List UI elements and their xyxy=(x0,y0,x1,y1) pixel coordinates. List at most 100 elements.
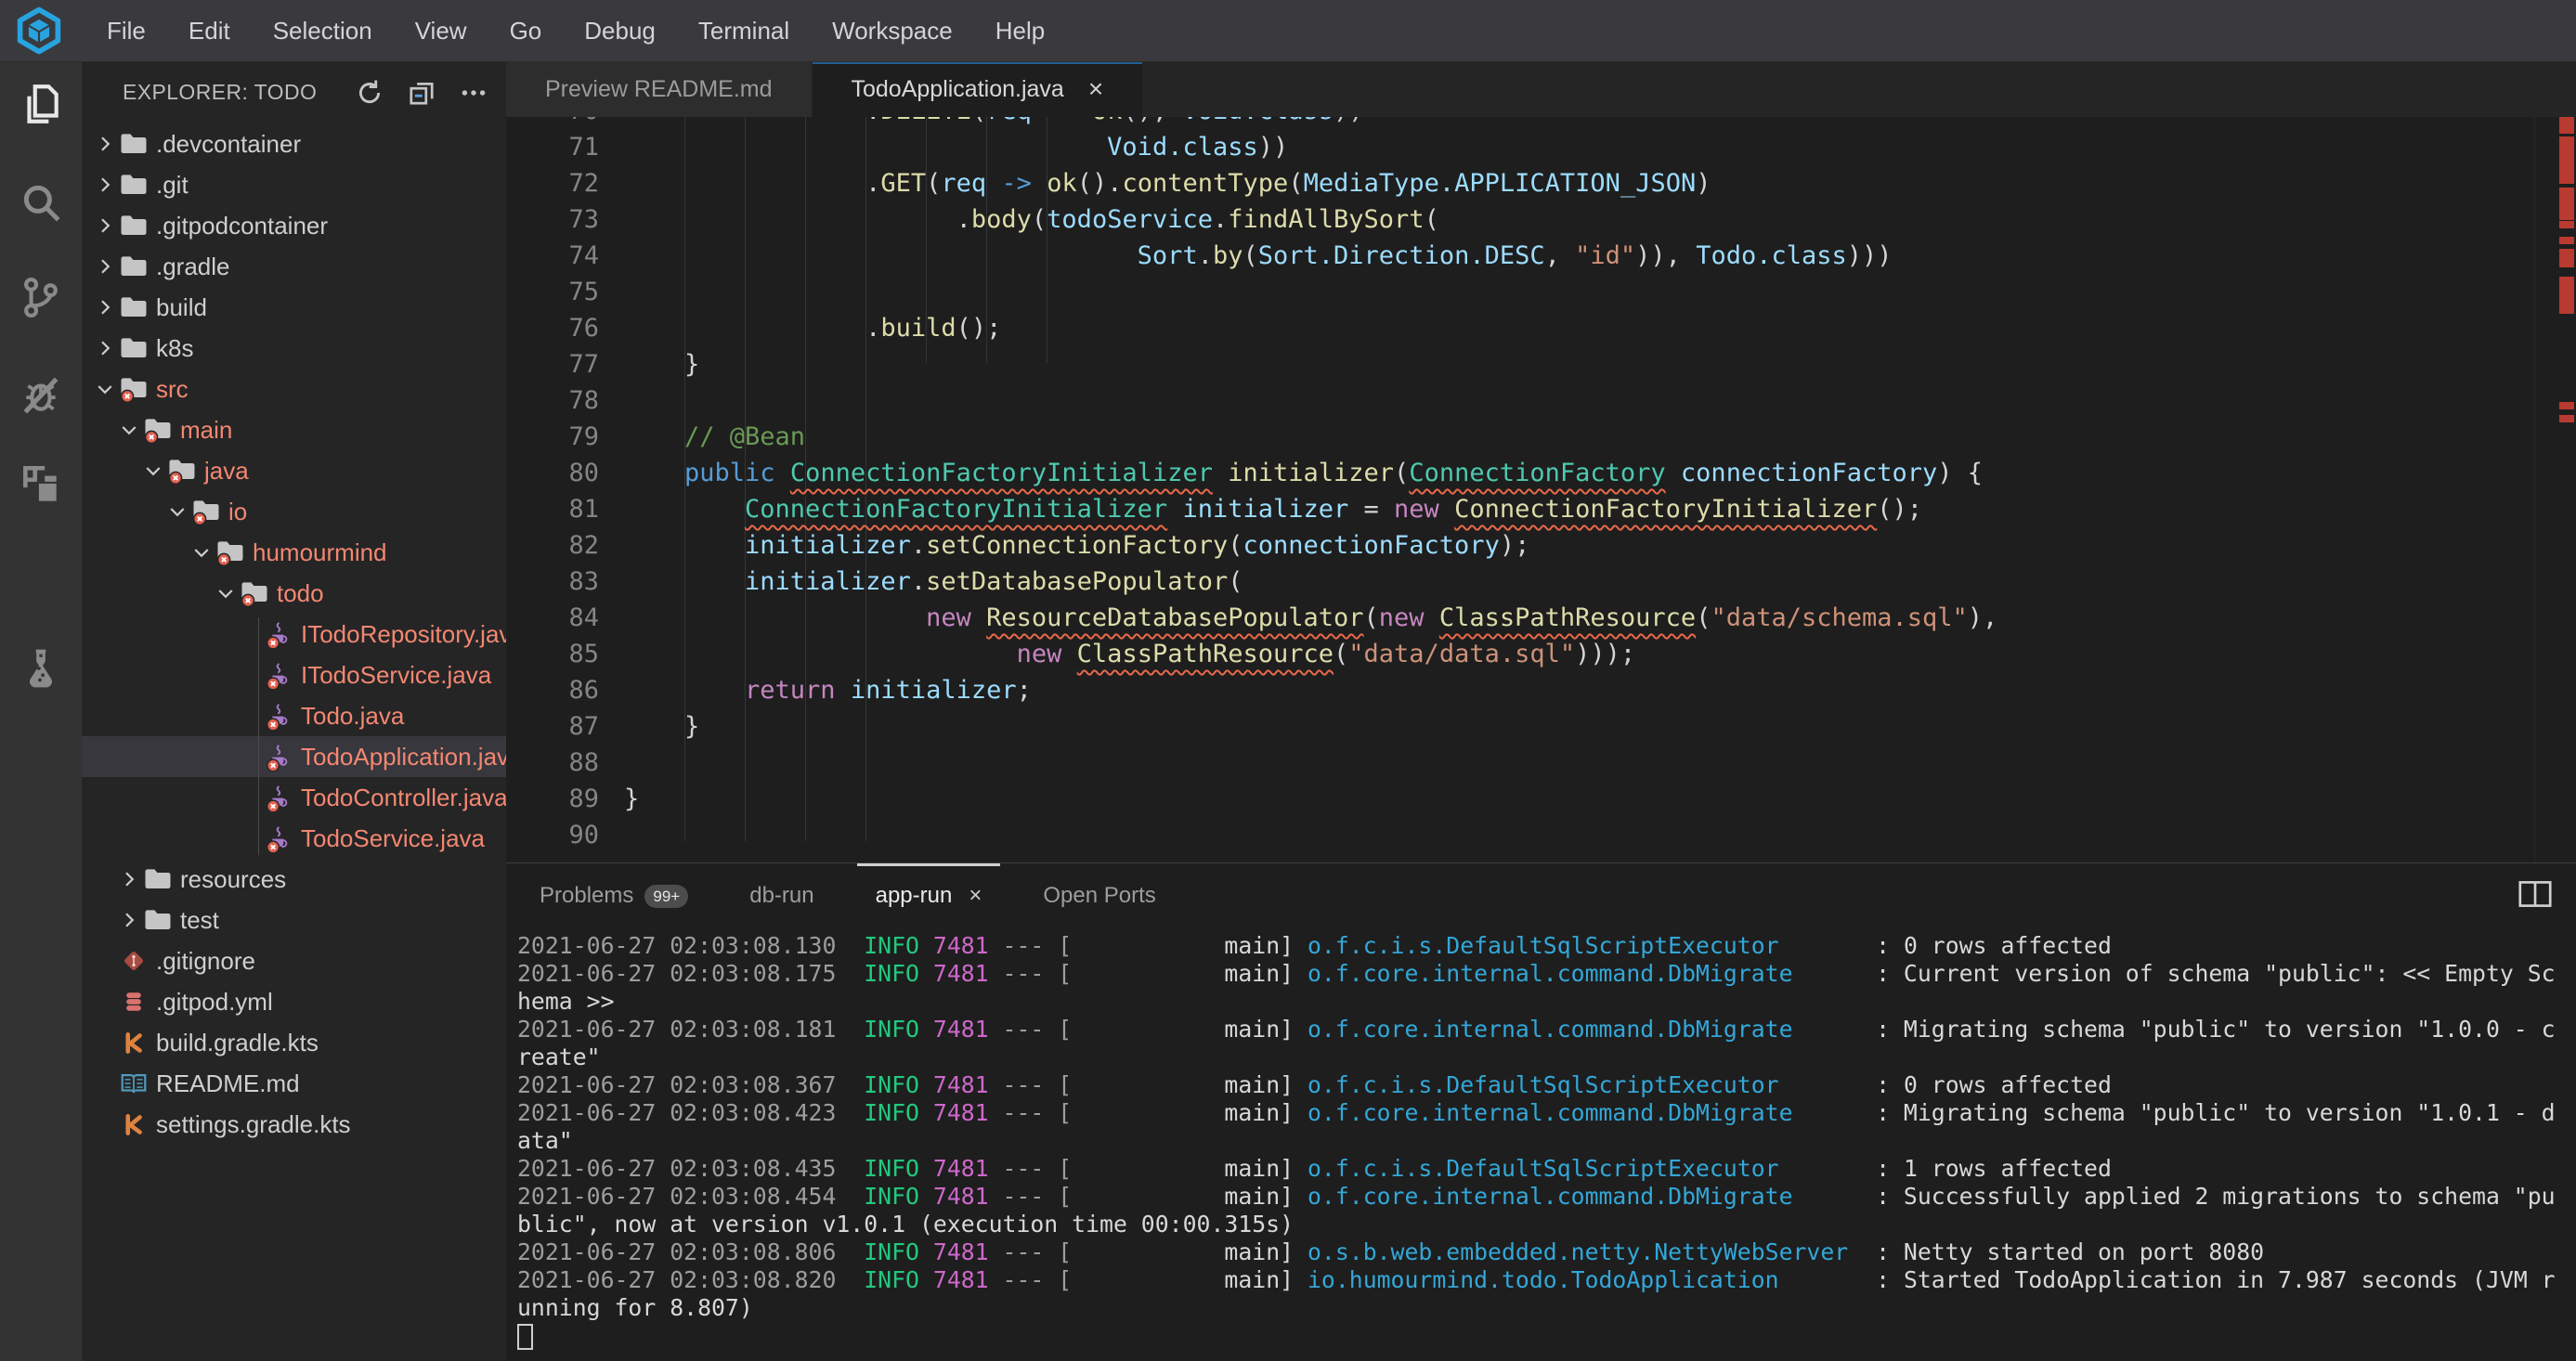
collapse-all-icon[interactable] xyxy=(406,77,437,109)
line-number: 87 xyxy=(506,708,599,745)
chevron-right-icon[interactable] xyxy=(93,173,117,197)
tree-item-label: .gitignore xyxy=(156,947,255,976)
terminal-line: 2021-06-27 02:03:08.423 INFO 7481 --- [ … xyxy=(517,1099,2576,1127)
terminal-output[interactable]: 2021-06-27 02:03:08.130 INFO 7481 --- [ … xyxy=(517,932,2576,1361)
menu-item-file[interactable]: File xyxy=(85,17,167,45)
panel-tab-app-run[interactable]: app-run× xyxy=(857,863,1001,928)
code-editor[interactable]: 70.DELETE(req -> ok(), Void.class))71Voi… xyxy=(506,117,2576,863)
chevron-down-icon[interactable] xyxy=(93,377,117,401)
tree-item-.gitignore[interactable]: .gitignore xyxy=(82,940,506,981)
panel-tab-open-ports[interactable]: Open Ports xyxy=(1024,863,1174,928)
menu-item-selection[interactable]: Selection xyxy=(252,17,394,45)
chevron-down-icon[interactable] xyxy=(117,418,141,442)
folder-err-icon xyxy=(240,578,269,608)
files-icon[interactable] xyxy=(15,78,67,130)
debug-icon[interactable] xyxy=(15,369,67,421)
close-icon[interactable]: × xyxy=(1088,74,1103,104)
tree-item-resources[interactable]: resources xyxy=(82,859,506,900)
chevron-down-icon[interactable] xyxy=(214,581,238,605)
terminal-line: ata" xyxy=(517,1127,2576,1155)
tree-item-label: java xyxy=(204,457,249,486)
search-icon[interactable] xyxy=(15,176,67,228)
chevron-right-icon[interactable] xyxy=(117,867,141,891)
tree-item-README.md[interactable]: README.md xyxy=(82,1063,506,1104)
tree-item-.gradle[interactable]: .gradle xyxy=(82,246,506,287)
source-control-icon[interactable] xyxy=(15,271,67,323)
chevron-right-icon[interactable] xyxy=(93,254,117,279)
tree-item-.devcontainer[interactable]: .devcontainer xyxy=(82,123,506,164)
problems-count-badge: 99+ xyxy=(644,885,688,908)
more-icon[interactable] xyxy=(458,77,489,109)
code-line: 78 xyxy=(506,382,2533,419)
chevron-down-icon[interactable] xyxy=(141,459,165,483)
tree-item-ITodoRepository.java[interactable]: ITodoRepository.java xyxy=(82,614,506,655)
line-number: 78 xyxy=(506,382,599,419)
tree-item-.git[interactable]: .git xyxy=(82,164,506,205)
terminal-cursor-line xyxy=(517,1322,2576,1350)
line-number: 81 xyxy=(506,491,599,527)
code-line: 72.GET(req -> ok().contentType(MediaType… xyxy=(506,165,2533,201)
terminal-line: 2021-06-27 02:03:08.367 INFO 7481 --- [ … xyxy=(517,1071,2576,1099)
tree-item-ITodoService.java[interactable]: ITodoService.java xyxy=(82,655,506,695)
folder-icon xyxy=(143,905,173,935)
chevron-down-icon[interactable] xyxy=(189,540,214,564)
menu-item-help[interactable]: Help xyxy=(974,17,1066,45)
line-number: 74 xyxy=(506,238,599,274)
tree-item-TodoApplication.java[interactable]: TodoApplication.java xyxy=(82,736,506,777)
git-icon xyxy=(119,946,149,976)
tree-item-k8s[interactable]: k8s xyxy=(82,328,506,369)
panel-columns-icon[interactable] xyxy=(2518,880,2552,913)
line-number: 88 xyxy=(506,745,599,781)
code-line: 82initializer.setConnectionFactory(conne… xyxy=(506,527,2533,564)
menu-item-workspace[interactable]: Workspace xyxy=(811,17,974,45)
panel-tab-problems[interactable]: Problems99+ xyxy=(521,863,707,928)
menu-item-edit[interactable]: Edit xyxy=(167,17,252,45)
chevron-right-icon[interactable] xyxy=(117,908,141,932)
editor-tab-todoapplication.java[interactable]: TodoApplication.java× xyxy=(813,61,1143,117)
menu-item-go[interactable]: Go xyxy=(488,17,564,45)
chevron-right-icon[interactable] xyxy=(93,295,117,319)
tree-item-label: settings.gradle.kts xyxy=(156,1110,351,1139)
editor-tab-preview-readme.md[interactable]: Preview README.md xyxy=(506,61,812,117)
tree-item-build[interactable]: build xyxy=(82,287,506,328)
tree-item-io[interactable]: io xyxy=(82,491,506,532)
error-mark xyxy=(2559,249,2574,267)
tree-item-java[interactable]: java xyxy=(82,450,506,491)
tree-item-build.gradle.kts[interactable]: build.gradle.kts xyxy=(82,1022,506,1063)
menu-item-view[interactable]: View xyxy=(394,17,488,45)
code-line: 75 xyxy=(506,274,2533,310)
menu-item-terminal[interactable]: Terminal xyxy=(677,17,811,45)
code-line: 70.DELETE(req -> ok(), Void.class)) xyxy=(506,117,2533,129)
tree-item-todo[interactable]: todo xyxy=(82,573,506,614)
tree-item-humourmind[interactable]: humourmind xyxy=(82,532,506,573)
line-number: 80 xyxy=(506,455,599,491)
plugins-icon[interactable] xyxy=(15,460,67,512)
test-flask-icon[interactable] xyxy=(15,642,67,694)
folder-icon xyxy=(119,252,149,281)
tree-item-test[interactable]: test xyxy=(82,900,506,940)
chevron-right-icon[interactable] xyxy=(93,214,117,238)
menu-item-debug[interactable]: Debug xyxy=(563,17,677,45)
panel-tab-bar: Problems99+ db-run app-run× Open Ports xyxy=(506,863,1199,928)
tree-item-TodoController.java[interactable]: TodoController.java xyxy=(82,777,506,818)
chevron-down-icon[interactable] xyxy=(165,499,189,524)
chevron-right-icon[interactable] xyxy=(93,132,117,156)
tree-item-.gitpodcontainer[interactable]: .gitpodcontainer xyxy=(82,205,506,246)
panel-tab-db-run[interactable]: db-run xyxy=(731,863,832,928)
tree-item-settings.gradle.kts[interactable]: settings.gradle.kts xyxy=(82,1104,506,1145)
java-err-icon xyxy=(264,783,293,812)
code-line: 76.build(); xyxy=(506,310,2533,346)
tree-item-.gitpod.yml[interactable]: .gitpod.yml xyxy=(82,981,506,1022)
line-number: 86 xyxy=(506,672,599,708)
code-line: 71Void.class)) xyxy=(506,129,2533,165)
tree-item-label: io xyxy=(228,498,247,526)
tree-item-src[interactable]: src xyxy=(82,369,506,409)
close-icon[interactable]: × xyxy=(969,883,982,909)
refresh-icon[interactable] xyxy=(354,77,385,109)
tree-item-Todo.java[interactable]: Todo.java xyxy=(82,695,506,736)
tree-item-TodoService.java[interactable]: TodoService.java xyxy=(82,818,506,859)
chevron-right-icon[interactable] xyxy=(93,336,117,360)
folder-icon xyxy=(119,129,149,159)
tree-item-main[interactable]: main xyxy=(82,409,506,450)
line-number: 76 xyxy=(506,310,599,346)
